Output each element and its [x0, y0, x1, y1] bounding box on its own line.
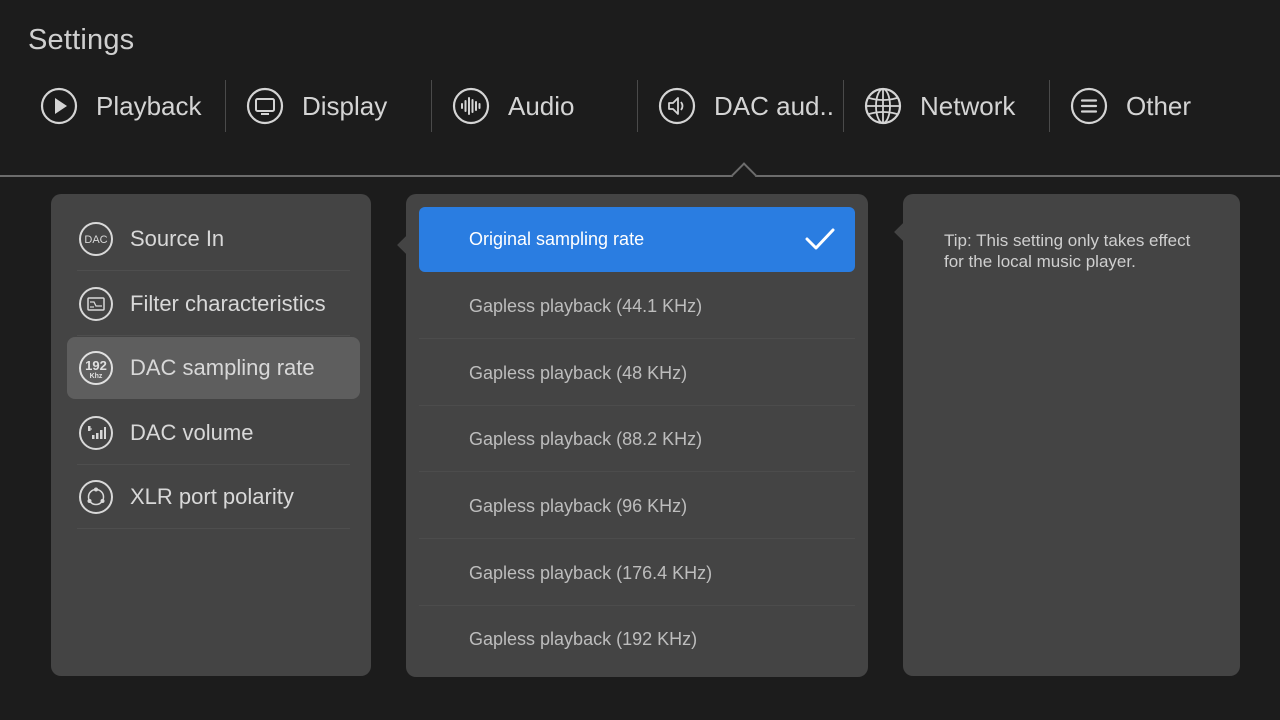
option-label: Gapless playback (88.2 KHz) [469, 429, 703, 449]
tab-audio[interactable]: Audio [412, 78, 618, 134]
tab-label: DAC aud.. [714, 90, 834, 121]
monitor-icon [246, 87, 284, 125]
sidebar-item-label: DAC volume [130, 420, 254, 445]
option-gapless-44-1[interactable]: Gapless playback (44.1 KHz) [419, 274, 855, 339]
tab-label: Audio [508, 90, 575, 121]
sidebar-item-filter-characteristics[interactable]: Filter characteristics [67, 273, 360, 336]
checkmark-icon [805, 228, 835, 250]
sidebar-item-dac-volume[interactable]: DAC volume [67, 402, 360, 465]
active-tab-indicator [731, 162, 757, 188]
option-gapless-96[interactable]: Gapless playback (96 KHz) [419, 474, 855, 539]
polarity-icon [78, 479, 114, 515]
option-label: Gapless playback (44.1 KHz) [469, 296, 703, 316]
option-label: Original sampling rate [469, 229, 645, 249]
option-label: Gapless playback (96 KHz) [469, 496, 688, 516]
sidebar-item-label: DAC sampling rate [130, 355, 315, 380]
waveform-icon [452, 87, 490, 125]
option-original-sampling-rate[interactable]: Original sampling rate [419, 207, 855, 272]
option-gapless-88-2[interactable]: Gapless playback (88.2 KHz) [419, 407, 855, 472]
dac-icon-text: DAC [84, 234, 107, 246]
option-label: Gapless playback (192 KHz) [469, 629, 698, 649]
sidebar-item-label: Filter characteristics [130, 291, 326, 316]
sidebar-item-label: Source In [130, 226, 225, 251]
play-circle-icon [40, 87, 78, 125]
option-label: Gapless playback (48 KHz) [469, 363, 688, 383]
settings-sidebar: DAC Source In Filter characteristics 192… [51, 194, 371, 676]
header-divider [0, 175, 1280, 177]
menu-lines-icon [1070, 87, 1108, 125]
volume-icon [78, 415, 114, 451]
option-label: Gapless playback (176.4 KHz) [469, 563, 713, 583]
sample-rate-icon: 192 Khz [78, 350, 114, 386]
top-tab-bar: Playback Display Audio DAC aud.. Network… [0, 78, 1280, 134]
tip-text: Tip: This setting only takes effect for … [944, 231, 1191, 271]
tab-network[interactable]: Network [824, 78, 1030, 134]
option-gapless-48[interactable]: Gapless playback (48 KHz) [419, 341, 855, 406]
sampling-rate-options: Original sampling rate Gapless playback … [406, 194, 868, 677]
tab-label: Other [1126, 90, 1192, 121]
sidebar-item-xlr-port-polarity[interactable]: XLR port polarity [67, 466, 360, 529]
page-title: Settings [28, 24, 135, 56]
tab-playback[interactable]: Playback [0, 78, 206, 134]
dac-icon: DAC [78, 221, 114, 257]
tab-label: Display [302, 90, 388, 121]
sidebar-item-label: XLR port polarity [130, 484, 294, 509]
globe-icon [864, 87, 902, 125]
tab-label: Playback [96, 90, 202, 121]
tab-label: Network [920, 90, 1016, 121]
sidebar-item-source-in[interactable]: DAC Source In [67, 208, 360, 271]
tab-other[interactable]: Other [1030, 78, 1236, 134]
tip-panel: Tip: This setting only takes effect for … [903, 194, 1240, 676]
option-gapless-176-4[interactable]: Gapless playback (176.4 KHz) [419, 541, 855, 606]
sidebar-item-dac-sampling-rate[interactable]: 192 Khz DAC sampling rate [67, 337, 360, 399]
option-gapless-192[interactable]: Gapless playback (192 KHz) [419, 607, 855, 672]
speaker-icon [658, 87, 696, 125]
sample-rate-icon-number: 192 [85, 358, 107, 373]
filter-icon [78, 286, 114, 322]
tab-display[interactable]: Display [206, 78, 412, 134]
sample-rate-icon-unit: Khz [90, 373, 103, 380]
tab-dac-audio[interactable]: DAC aud.. [618, 78, 834, 134]
